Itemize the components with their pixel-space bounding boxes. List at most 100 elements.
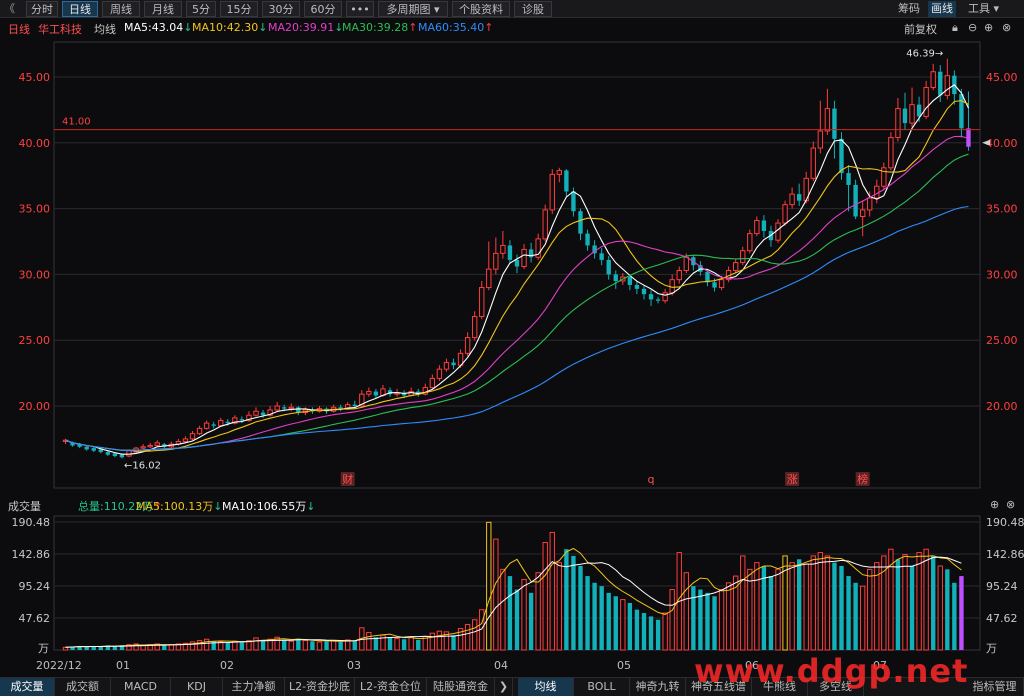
chevron-right-icon[interactable]: ❯ xyxy=(495,678,513,696)
candle-body xyxy=(500,244,506,254)
volume-bar xyxy=(225,642,230,650)
tab-l2-position[interactable]: L2-资金仓位 xyxy=(355,678,427,696)
volume-bar xyxy=(599,586,604,650)
volume-title[interactable]: 成交量 xyxy=(8,498,41,514)
close-icon[interactable]: ⊗ xyxy=(1002,21,1011,34)
price-tick-right: 30.00 xyxy=(986,268,1018,281)
lock-icon[interactable]: 🔒︎ xyxy=(952,21,958,35)
volume-bar xyxy=(500,568,506,651)
volume-bar xyxy=(916,552,922,651)
volume-bar xyxy=(754,562,760,651)
candle-body xyxy=(140,446,146,449)
candle-body xyxy=(338,407,343,409)
price-axis: 45.00 45.00 40.00 40.00 35.00 35.00 30.00 30.00… xyxy=(19,71,1018,413)
candle-body xyxy=(613,274,618,281)
volume-unit-right: 万 xyxy=(986,642,997,655)
arrow-down-icon: ↓ xyxy=(306,500,316,513)
stock-profile-button[interactable]: 个股资料 xyxy=(452,1,510,17)
chip-button[interactable]: 筹码 xyxy=(898,1,920,17)
price-tick-left: 20.00 xyxy=(19,400,51,413)
candle-body xyxy=(253,410,259,416)
date-label: 2022/12 xyxy=(36,659,82,672)
zoom-in-icon[interactable]: ⊕ xyxy=(984,21,993,34)
adjust-label[interactable]: 前复权 xyxy=(904,21,937,37)
tab-boll[interactable]: BOLL xyxy=(574,678,630,696)
tab-fenshi[interactable]: 分时 xyxy=(26,1,58,17)
tab-30min[interactable]: 30分 xyxy=(262,1,300,17)
volume-bar xyxy=(387,637,393,650)
candle-body xyxy=(239,419,245,421)
volume-bar xyxy=(705,592,710,650)
tools-dropdown[interactable]: 工具 ▾ xyxy=(968,1,999,17)
tab-weekly[interactable]: 周线 xyxy=(102,1,140,17)
volume-bar xyxy=(641,613,647,650)
candle-body xyxy=(775,222,781,241)
multi-period-dropdown[interactable]: 多周期图 ▾ xyxy=(378,1,448,17)
candle-body xyxy=(182,438,189,443)
tab-15min[interactable]: 15分 xyxy=(220,1,258,17)
price-tick-right: 20.00 xyxy=(986,400,1018,413)
diagnosis-button[interactable]: 诊股 xyxy=(514,1,552,17)
volume-settings-icon[interactable]: ⊕ xyxy=(990,498,999,511)
volume-bar xyxy=(556,562,563,651)
tab-monthly[interactable]: 月线 xyxy=(144,1,182,17)
event-label: 涨 xyxy=(787,473,798,486)
tab-l2-bottom[interactable]: L2-资金抄底 xyxy=(285,678,355,696)
candle-body xyxy=(648,294,654,300)
tab-kdj[interactable]: KDJ xyxy=(171,678,223,696)
volume-bar xyxy=(260,639,266,650)
volume-close-icon[interactable]: ⊗ xyxy=(1006,498,1015,511)
volume-bar xyxy=(691,586,696,650)
candle-body xyxy=(853,184,858,217)
volume-bar xyxy=(486,521,492,651)
volume-bar xyxy=(683,572,689,651)
tab-volume[interactable]: 成交量 xyxy=(0,678,55,696)
volume-bar xyxy=(401,639,407,650)
volume-bar xyxy=(471,619,478,651)
tab-turnover[interactable]: 成交额 xyxy=(55,678,111,696)
stock-name[interactable]: 华工科技 xyxy=(38,21,82,37)
price-tick-right: 25.00 xyxy=(986,334,1018,347)
candle-body xyxy=(718,279,725,289)
more-button[interactable]: ••• xyxy=(346,1,374,17)
ma5-value: MA5:43.04↓ xyxy=(124,21,193,34)
candle-body xyxy=(599,253,604,260)
tab-daily[interactable]: 日线 xyxy=(62,1,98,17)
tab-hk-connect[interactable]: 陆股通资金 xyxy=(427,678,495,696)
volume-bar xyxy=(310,641,315,650)
tab-5min[interactable]: 5分 xyxy=(186,1,216,17)
price-tick-right: 40.00 xyxy=(986,137,1018,150)
volume-bar xyxy=(817,552,824,651)
volume-chart[interactable]: 190.48 190.48 142.86 142.86 95.24 95.24 47.62 4… xyxy=(0,514,1024,656)
volume-bar xyxy=(846,576,851,650)
back-icon[interactable]: 《 xyxy=(4,1,15,17)
event-label: 财 xyxy=(342,472,353,486)
candle-body xyxy=(493,252,499,270)
candle-body xyxy=(810,147,816,179)
candle-body xyxy=(832,108,837,139)
min-price-label: ←16.02 xyxy=(124,460,161,471)
volume-bar xyxy=(796,559,802,650)
candle-body xyxy=(959,94,964,129)
volume-bar xyxy=(775,568,781,651)
tab-indicator-manage[interactable]: 指标管理 xyxy=(966,678,1024,696)
tab-td9[interactable]: 神奇九转 xyxy=(630,678,686,696)
tab-ma[interactable]: 均线 xyxy=(518,678,574,696)
tab-60min[interactable]: 60分 xyxy=(304,1,342,17)
candle-body xyxy=(112,453,118,457)
draw-line-button[interactable]: 画线 xyxy=(928,1,956,17)
volume-bar xyxy=(394,638,400,651)
candle-body xyxy=(196,427,203,435)
volume-bar xyxy=(867,568,873,651)
price-chart[interactable]: 45.00 45.00 40.00 40.00 35.00 35.00 30.00 30.00… xyxy=(0,38,1024,490)
date-label: 03 xyxy=(347,659,361,672)
candle-body xyxy=(464,337,471,354)
tab-macd[interactable]: MACD xyxy=(111,678,171,696)
candle-body xyxy=(479,287,485,318)
candle-body xyxy=(782,204,788,224)
tab-main-net[interactable]: 主力净额 xyxy=(223,678,285,696)
zoom-out-icon[interactable]: ⊖ xyxy=(968,21,977,34)
watermark: www.ddgp.net xyxy=(694,652,969,690)
volume-bar xyxy=(803,563,809,651)
avg-line-label[interactable]: 均线 xyxy=(94,21,116,37)
